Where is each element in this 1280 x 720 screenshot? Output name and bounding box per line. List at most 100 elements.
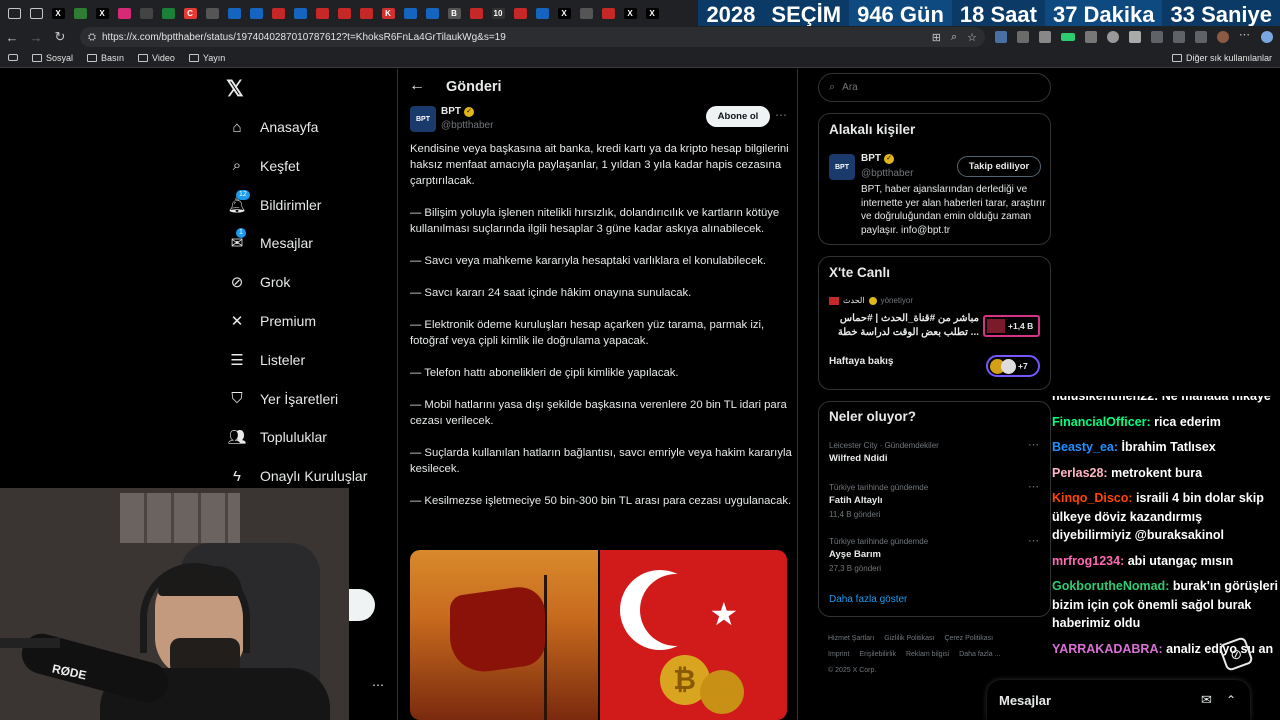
related-name[interactable]: BPT <box>861 153 881 164</box>
trend-item[interactable]: Türkiye tarihinde gündemde Ayşe Barım 27,3… <box>829 534 1039 576</box>
notification-badge: 1 <box>236 228 246 239</box>
browser-tab-app-icon[interactable] <box>576 3 596 23</box>
browser-tab-news-icon[interactable] <box>510 3 530 23</box>
trend-item[interactable]: Türkiye tarihinde gündemde Fatih Altaylı 1… <box>829 480 1039 522</box>
sidebar-item-yer-i̇şaretleri[interactable]: ⛉ Yer İşaretleri <box>228 388 338 410</box>
trend-more-icon[interactable]: ⋯ <box>1028 534 1039 547</box>
following-button[interactable]: Takip ediliyor <box>957 156 1041 177</box>
browser-tab-news-icon[interactable] <box>466 3 486 23</box>
footer-links: Hizmet Şartları Gizlilik Politikası Çerez … <box>828 631 1048 679</box>
footer-link[interactable]: Reklam bilgisi <box>906 651 949 658</box>
copyright: © 2025 X Corp. <box>828 667 877 674</box>
author-handle[interactable]: @bptthaber <box>441 120 493 131</box>
footer-link[interactable]: Hizmet Şartları <box>828 635 874 642</box>
trend-more-icon[interactable]: ⋯ <box>1028 438 1039 451</box>
favorite-star-icon[interactable]: ☆ <box>967 31 977 44</box>
extension-icon[interactable] <box>1039 31 1051 43</box>
browser-tab-news-icon[interactable]: B <box>444 3 464 23</box>
sidebar-item-topluluklar[interactable]: 👥︎ Topluluklar <box>227 426 326 448</box>
menu-dots-icon[interactable]: ⋯ <box>1239 30 1251 43</box>
bookmark-icon: ⛉ <box>231 390 243 408</box>
browser-tab-x-icon[interactable]: X <box>620 3 640 23</box>
browser-tab-news-icon[interactable]: 10 <box>488 3 508 23</box>
verified-badge-icon: ✓ <box>464 106 474 117</box>
post-image[interactable]: ★ ₿ <box>410 550 787 720</box>
live-listeners-pill[interactable]: +1,4 B <box>983 315 1040 337</box>
week-label[interactable]: Haftaya bakış <box>829 356 893 367</box>
live-host-role: yönetiyor <box>880 296 914 305</box>
post-paragraph: — Savcı veya mahkeme kararıyla hesaptaki… <box>410 255 767 267</box>
sidebar-item-premium[interactable]: ✕ Premium <box>228 310 316 332</box>
chat-text: İbrahim Tatlısex <box>1121 440 1216 454</box>
chat-message: Perlas28: metrokent bura <box>1052 464 1280 483</box>
extension-icon[interactable] <box>1085 31 1097 43</box>
sidebar-item-mesajlar[interactable]: ✉ 1 Mesajlar <box>228 228 313 254</box>
post-paragraph: — Telefon hattı abonelikleri de çipli ki… <box>410 367 679 379</box>
week-avatars-pill[interactable]: +7 <box>986 355 1040 377</box>
live-host-name[interactable]: الحدث <box>843 296 865 305</box>
trend-more-icon[interactable]: ⋯ <box>1028 480 1039 493</box>
more-menu-icon[interactable]: ⋯ <box>372 678 384 692</box>
sidebar-item-bildirimler[interactable]: 🔔︎ 12 Bildirimler <box>227 189 321 216</box>
related-handle[interactable]: @bptthaber <box>861 168 913 179</box>
browser-tab-x-icon[interactable]: X <box>642 3 662 23</box>
sidebar-item-anasayfa[interactable]: ⌂ Anasayfa <box>228 116 318 138</box>
browser-tab-app-icon[interactable] <box>598 3 618 23</box>
footer-link[interactable]: Erişilebilirlik <box>859 651 896 658</box>
post-paragraph: — Bilişim yoluyla işlenen nitelikli hırs… <box>410 207 780 235</box>
show-more-link[interactable]: Daha fazla göster <box>829 594 907 605</box>
sidebar-item-label: Listeler <box>260 351 306 368</box>
sidebar-item-listeler[interactable]: ☰ Listeler <box>228 349 305 371</box>
trend-count: 27,3 B gönderi <box>829 564 882 573</box>
live-text-1[interactable]: مباشر من #قناة_الحدث | #حماس <box>829 313 979 324</box>
extension-icon[interactable] <box>1061 33 1075 41</box>
browser-tab-news-icon[interactable] <box>400 3 420 23</box>
browser-tab-x-icon[interactable]: X <box>554 3 574 23</box>
browser-tab-news-icon[interactable] <box>532 3 552 23</box>
favorites-icon[interactable] <box>1173 31 1185 43</box>
messages-drawer[interactable]: Mesajlar ✉ ⌃ <box>987 680 1250 720</box>
related-avatar[interactable]: BPT <box>829 154 855 180</box>
footer-link[interactable]: Gizlilik Politikası <box>884 635 934 642</box>
chat-username: mrfrog1234: <box>1052 553 1125 568</box>
compose-circle-button[interactable] <box>349 589 375 621</box>
compose-message-icon[interactable]: ✉ <box>1201 692 1212 708</box>
trend-name: Wilfred Ndidi <box>829 453 888 464</box>
sidebar-item-keşfet[interactable]: ⌕ Keşfet <box>228 155 300 177</box>
avatar[interactable] <box>1217 31 1229 43</box>
translate-icon[interactable]: ⊞ <box>932 31 941 44</box>
other-bookmarks[interactable]: Diğer sık kullanılanlar <box>1171 53 1280 63</box>
author-avatar[interactable]: BPT <box>410 106 436 132</box>
sidebar-item-onaylı-kuruluşlar[interactable]: ϟ Onaylı Kuruluşlar <box>228 465 367 487</box>
extension-icon[interactable] <box>1107 31 1119 43</box>
related-title: Alakalı kişiler <box>829 122 916 137</box>
zoom-icon[interactable]: ⌕ <box>951 31 957 44</box>
browser-tab-news-icon[interactable] <box>422 3 442 23</box>
search-input[interactable]: ⌕ Ara <box>818 73 1051 102</box>
avatar <box>1001 358 1016 374</box>
live-text-2[interactable]: ... تطلب بعض الوقت لدراسة خطة <box>829 327 979 338</box>
sidebar-nav: ⌂ Anasayfa ⌕ Keşfet 🔔︎ 12 Bildirimler ✉ 1 Mesajla… <box>0 0 390 500</box>
author-name[interactable]: BPT <box>441 106 461 117</box>
extension-icon[interactable] <box>1129 31 1141 43</box>
more-options-icon[interactable]: ⋯ <box>775 108 787 122</box>
shield-icon[interactable] <box>1195 31 1207 43</box>
collections-icon[interactable] <box>1151 31 1163 43</box>
messages-drawer-label: Mesajlar <box>999 692 1052 708</box>
live-host-row: الحدث yönetiyor <box>829 296 913 305</box>
related-people-card: Alakalı kişiler BPT BPT ✓ @bptthaber Tak… <box>818 113 1051 245</box>
subscribe-button[interactable]: Abone ol <box>706 106 770 127</box>
sidebar-item-grok[interactable]: ⊘ Grok <box>228 271 291 293</box>
footer-link[interactable]: Daha fazla ... <box>959 651 1000 658</box>
trend-item[interactable]: Leicester City · Gündemdekiler Wilfred Nd… <box>829 438 1039 466</box>
extension-icon[interactable] <box>1017 31 1029 43</box>
chat-text: metrokent bura <box>1111 465 1203 480</box>
footer-link[interactable]: Imprint <box>828 651 849 658</box>
copilot-icon[interactable] <box>1261 31 1273 43</box>
trend-count: 11,4 B gönderi <box>829 510 881 519</box>
footer-link[interactable]: Çerez Politikası <box>944 635 993 642</box>
collapse-chevron-icon[interactable]: ⌃ <box>1226 693 1236 707</box>
back-arrow-icon[interactable]: ← <box>409 77 425 95</box>
extension-icon[interactable] <box>995 31 1007 43</box>
chat-text: Ne manada hikaye <box>1161 396 1271 403</box>
